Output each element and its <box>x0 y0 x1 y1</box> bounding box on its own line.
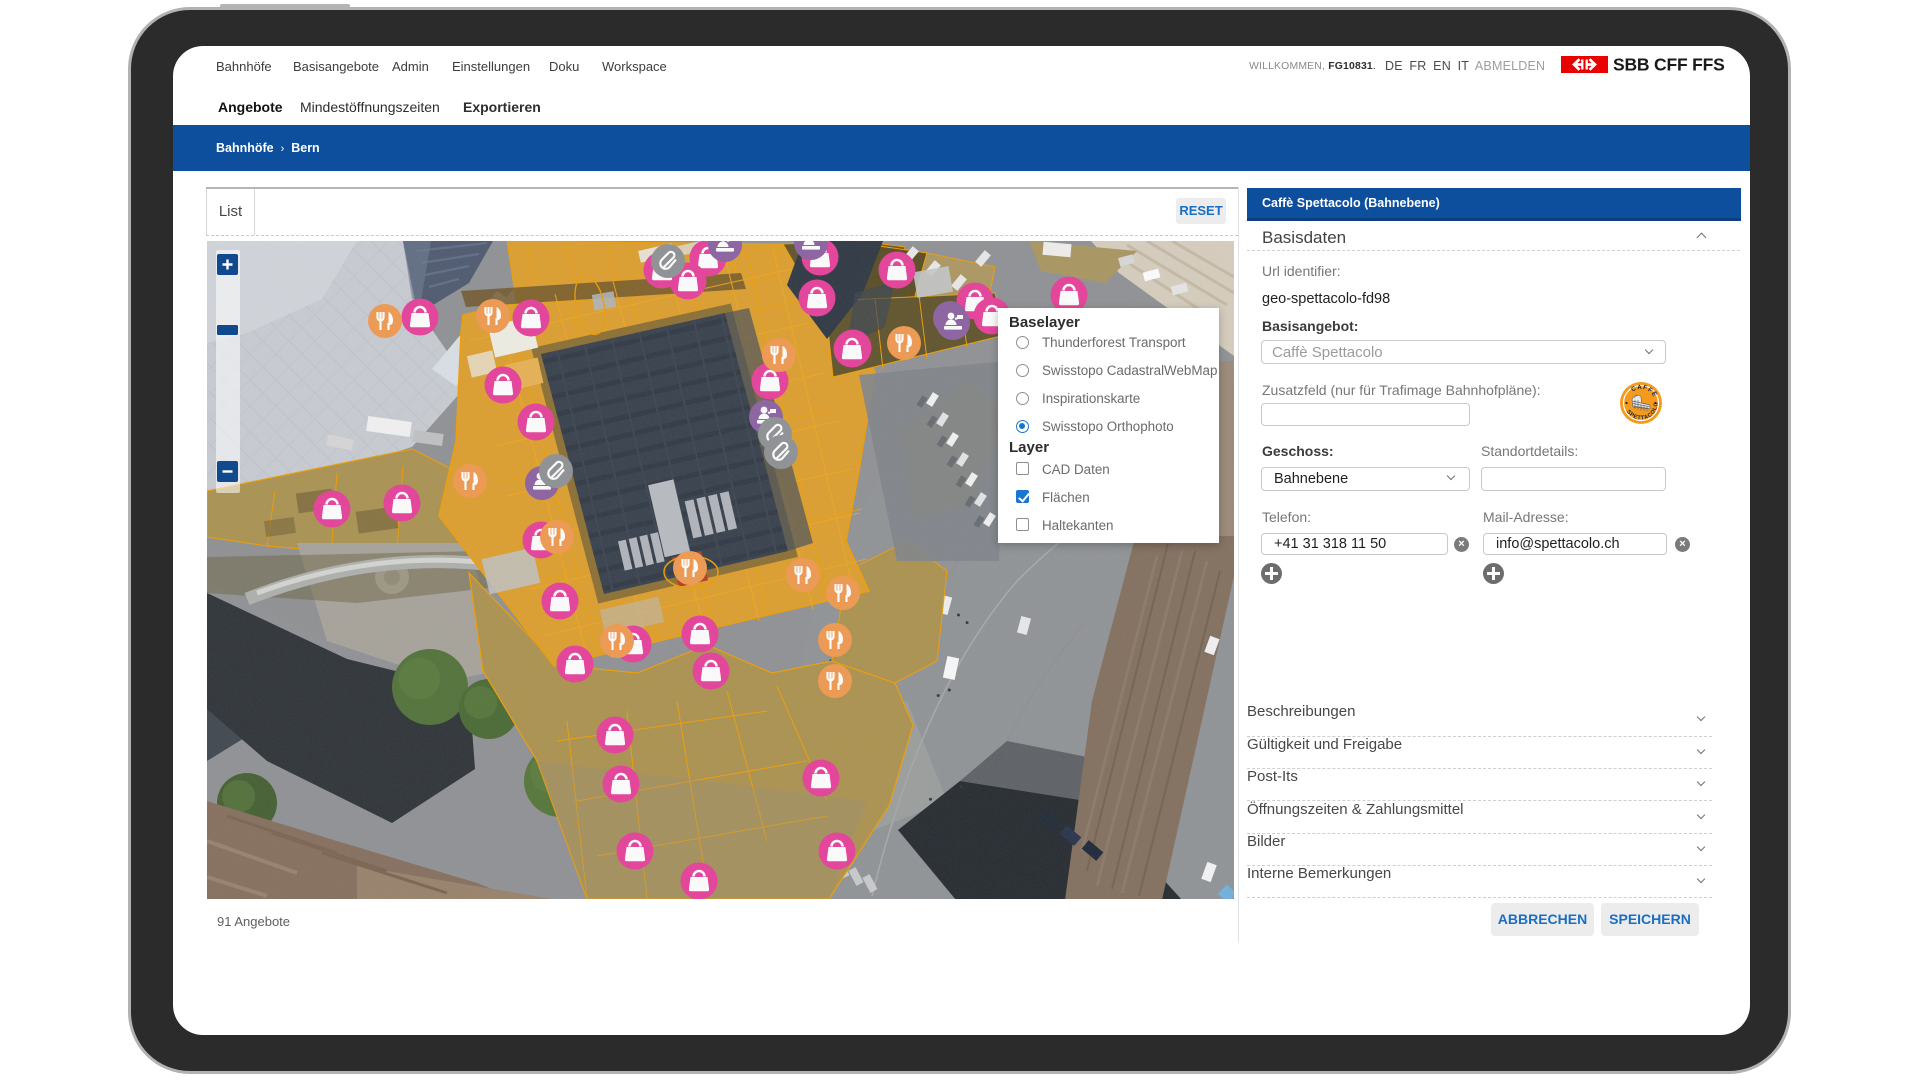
svg-text:SBB CFF FFS: SBB CFF FFS <box>1613 56 1725 75</box>
